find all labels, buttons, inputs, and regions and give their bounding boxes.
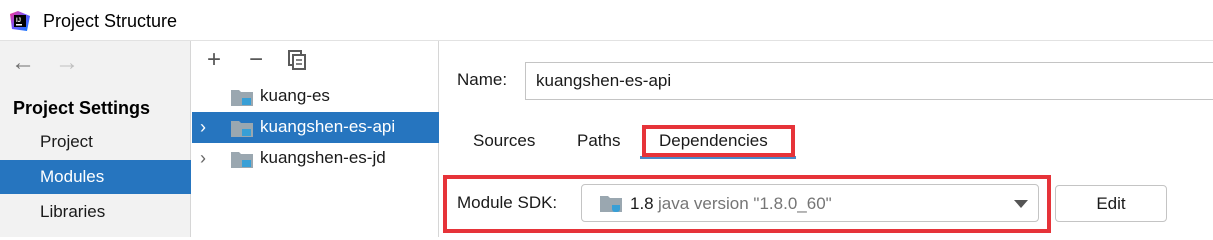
chevron-right-icon[interactable]: › [200,116,216,138]
tab-paths[interactable]: Paths [577,131,620,151]
highlight-box-dependencies [642,125,795,157]
module-tree-pane: + − kuang-es › kuangshen-es-api › kuangs… [192,41,439,237]
module-folder-icon [231,121,253,137]
svg-text:IJ: IJ [16,18,21,24]
sidebar-item-project[interactable]: Project [0,125,191,159]
highlight-box-module-sdk [443,175,1051,233]
arrow-right-icon[interactable]: → [53,49,81,77]
edit-sdk-button[interactable]: Edit [1055,185,1167,222]
tree-item-label: kuangshen-es-jd [260,148,386,167]
module-folder-icon [231,90,253,106]
chevron-right-icon[interactable]: › [200,147,216,169]
tree-item-label: kuang-es [260,86,330,105]
project-settings-header: Project Settings [13,98,151,118]
intellij-idea-icon: IJ [10,11,30,31]
sidebar-item-libraries[interactable]: Libraries [0,195,191,229]
module-name-input[interactable] [525,62,1213,100]
remove-icon[interactable]: − [242,47,270,75]
tab-sources[interactable]: Sources [473,131,535,151]
arrow-left-icon[interactable]: ← [9,49,37,77]
window-title: Project Structure [43,11,178,31]
sidebar-item-modules[interactable]: Modules [0,160,191,194]
settings-sidebar: ← → Project Settings Project Modules Lib… [0,41,191,237]
module-folder-icon [231,152,253,168]
title-bar: IJ Project Structure [0,0,1213,41]
tree-item-label: kuangshen-es-api [260,117,396,136]
module-details-pane: Name: Sources Paths Dependencies Module … [440,41,1213,237]
add-icon[interactable]: + [200,47,228,75]
tree-item-kuang-es[interactable]: kuang-es [192,81,439,112]
copy-icon[interactable] [286,49,308,71]
name-label: Name: [457,70,508,89]
tree-item-kuangshen-es-api[interactable]: › kuangshen-es-api [192,112,439,143]
tree-item-kuangshen-es-jd[interactable]: › kuangshen-es-jd [192,143,439,174]
